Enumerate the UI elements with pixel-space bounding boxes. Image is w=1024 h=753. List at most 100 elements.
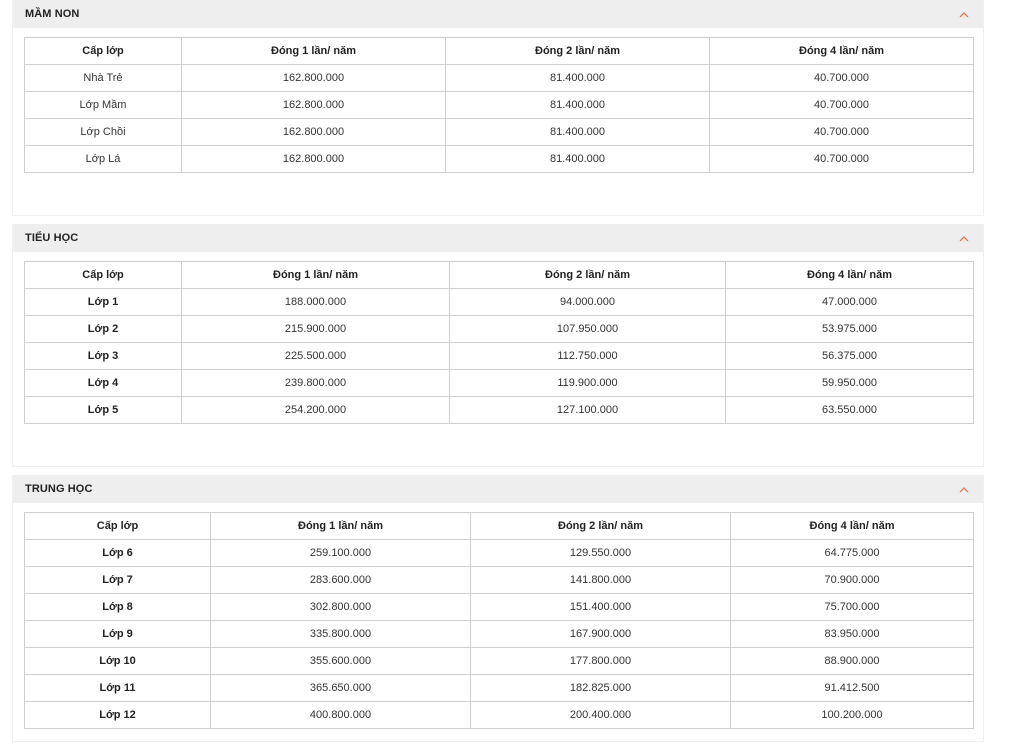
fee-cell: 400.800.000 xyxy=(210,701,471,729)
column-header-grade: Cấp lớp xyxy=(24,37,182,65)
fee-cell: 283.600.000 xyxy=(210,566,471,594)
table-header-row: Cấp lớp Đóng 1 lần/ năm Đóng 2 lần/ năm … xyxy=(24,512,974,540)
table-row: Lớp Mầm 162.800.000 81.400.000 40.700.00… xyxy=(24,91,974,119)
grade-cell: Lớp 1 xyxy=(24,288,182,316)
fee-cell: 162.800.000 xyxy=(181,64,446,92)
table-row: Lớp 8 302.800.000 151.400.000 75.700.000 xyxy=(24,593,974,621)
table-header-row: Cấp lớp Đóng 1 lần/ năm Đóng 2 lần/ năm … xyxy=(24,261,974,289)
table-row: Lớp 9 335.800.000 167.900.000 83.950.000 xyxy=(24,620,974,648)
fee-cell: 162.800.000 xyxy=(181,118,446,146)
fee-cell: 119.900.000 xyxy=(449,369,726,397)
fee-cell: 200.400.000 xyxy=(470,701,731,729)
grade-cell: Lớp 9 xyxy=(24,620,211,648)
grade-cell: Nhà Trẻ xyxy=(24,64,182,92)
table-row: Lớp 7 283.600.000 141.800.000 70.900.000 xyxy=(24,566,974,594)
grade-cell: Lớp 5 xyxy=(24,396,182,424)
table-row: Nhà Trẻ 162.800.000 81.400.000 40.700.00… xyxy=(24,64,974,92)
grade-cell: Lớp 6 xyxy=(24,539,211,567)
fee-cell: 81.400.000 xyxy=(445,118,710,146)
fee-cell: 129.550.000 xyxy=(470,539,731,567)
column-header-grade: Cấp lớp xyxy=(24,512,211,540)
fee-cell: 259.100.000 xyxy=(210,539,471,567)
tuition-table-mam-non: Cấp lớp Đóng 1 lần/ năm Đóng 2 lần/ năm … xyxy=(24,37,974,173)
fee-cell: 47.000.000 xyxy=(725,288,974,316)
fee-cell: 100.200.000 xyxy=(730,701,974,729)
fee-cell: 188.000.000 xyxy=(181,288,450,316)
column-header-pay-twice: Đóng 2 lần/ năm xyxy=(470,512,731,540)
grade-cell: Lớp Chồi xyxy=(24,118,182,146)
section-body: Cấp lớp Đóng 1 lần/ năm Đóng 2 lần/ năm … xyxy=(13,252,983,466)
fee-cell: 91.412.500 xyxy=(730,674,974,702)
fee-cell: 162.800.000 xyxy=(181,145,446,173)
grade-cell: Lớp 7 xyxy=(24,566,211,594)
table-row: Lớp 6 259.100.000 129.550.000 64.775.000 xyxy=(24,539,974,567)
fee-cell: 81.400.000 xyxy=(445,145,710,173)
column-header-pay-four-times: Đóng 4 lần/ năm xyxy=(730,512,974,540)
fee-cell: 355.600.000 xyxy=(210,647,471,675)
section-body: Cấp lớp Đóng 1 lần/ năm Đóng 2 lần/ năm … xyxy=(13,503,983,741)
table-row: Lớp 4 239.800.000 119.900.000 59.950.000 xyxy=(24,369,974,397)
table-row: Lớp Lá 162.800.000 81.400.000 40.700.000 xyxy=(24,145,974,173)
tuition-table-trung-hoc: Cấp lớp Đóng 1 lần/ năm Đóng 2 lần/ năm … xyxy=(24,512,974,729)
column-header-pay-twice: Đóng 2 lần/ năm xyxy=(445,37,710,65)
tuition-table-tieu-hoc: Cấp lớp Đóng 1 lần/ năm Đóng 2 lần/ năm … xyxy=(24,261,974,424)
grade-cell: Lớp 2 xyxy=(24,315,182,343)
fee-cell: 127.100.000 xyxy=(449,396,726,424)
grade-cell: Lớp 3 xyxy=(24,342,182,370)
fee-cell: 167.900.000 xyxy=(470,620,731,648)
column-header-pay-four-times: Đóng 4 lần/ năm xyxy=(725,261,974,289)
grade-cell: Lớp 8 xyxy=(24,593,211,621)
table-row: Lớp 11 365.650.000 182.825.000 91.412.50… xyxy=(24,674,974,702)
fee-cell: 215.900.000 xyxy=(181,315,450,343)
section-header-tieu-hoc[interactable]: TIỂU HỌC xyxy=(13,224,983,252)
fee-cell: 70.900.000 xyxy=(730,566,974,594)
column-header-grade: Cấp lớp xyxy=(24,261,182,289)
table-row: Lớp 10 355.600.000 177.800.000 88.900.00… xyxy=(24,647,974,675)
column-header-pay-four-times: Đóng 4 lần/ năm xyxy=(709,37,974,65)
chevron-up-icon[interactable] xyxy=(957,482,971,496)
fee-cell: 302.800.000 xyxy=(210,593,471,621)
tuition-page: MẦM NON Cấp lớp Đóng 1 lần/ năm Đóng 2 l… xyxy=(0,0,1024,753)
column-header-pay-once: Đóng 1 lần/ năm xyxy=(181,37,446,65)
chevron-up-icon[interactable] xyxy=(957,231,971,245)
fee-cell: 59.950.000 xyxy=(725,369,974,397)
fee-cell: 53.975.000 xyxy=(725,315,974,343)
fee-cell: 40.700.000 xyxy=(709,91,974,119)
fee-cell: 225.500.000 xyxy=(181,342,450,370)
column-header-pay-once: Đóng 1 lần/ năm xyxy=(181,261,450,289)
section-trung-hoc: TRUNG HỌC Cấp lớp Đóng 1 lần/ năm Đóng 2… xyxy=(12,475,984,742)
grade-cell: Lớp 11 xyxy=(24,674,211,702)
table-row: Lớp 3 225.500.000 112.750.000 56.375.000 xyxy=(24,342,974,370)
table-row: Lớp 2 215.900.000 107.950.000 53.975.000 xyxy=(24,315,974,343)
fee-cell: 94.000.000 xyxy=(449,288,726,316)
fee-cell: 182.825.000 xyxy=(470,674,731,702)
grade-cell: Lớp 12 xyxy=(24,701,211,729)
chevron-up-icon[interactable] xyxy=(957,7,971,21)
fee-cell: 177.800.000 xyxy=(470,647,731,675)
table-header-row: Cấp lớp Đóng 1 lần/ năm Đóng 2 lần/ năm … xyxy=(24,37,974,65)
fee-cell: 239.800.000 xyxy=(181,369,450,397)
section-mam-non: MẦM NON Cấp lớp Đóng 1 lần/ năm Đóng 2 l… xyxy=(12,0,984,216)
fee-cell: 162.800.000 xyxy=(181,91,446,119)
section-header-trung-hoc[interactable]: TRUNG HỌC xyxy=(13,475,983,503)
column-header-pay-twice: Đóng 2 lần/ năm xyxy=(449,261,726,289)
fee-cell: 81.400.000 xyxy=(445,64,710,92)
fee-cell: 56.375.000 xyxy=(725,342,974,370)
fee-cell: 75.700.000 xyxy=(730,593,974,621)
fee-cell: 365.650.000 xyxy=(210,674,471,702)
table-row: Lớp 5 254.200.000 127.100.000 63.550.000 xyxy=(24,396,974,424)
fee-cell: 107.950.000 xyxy=(449,315,726,343)
table-row: Lớp 1 188.000.000 94.000.000 47.000.000 xyxy=(24,288,974,316)
grade-cell: Lớp Lá xyxy=(24,145,182,173)
fee-cell: 63.550.000 xyxy=(725,396,974,424)
fee-cell: 64.775.000 xyxy=(730,539,974,567)
section-body: Cấp lớp Đóng 1 lần/ năm Đóng 2 lần/ năm … xyxy=(13,28,983,215)
section-header-mam-non[interactable]: MẦM NON xyxy=(13,0,983,28)
section-title: TRUNG HỌC xyxy=(25,483,93,495)
fee-cell: 88.900.000 xyxy=(730,647,974,675)
table-row: Lớp 12 400.800.000 200.400.000 100.200.0… xyxy=(24,701,974,729)
fee-cell: 81.400.000 xyxy=(445,91,710,119)
fee-cell: 141.800.000 xyxy=(470,566,731,594)
fee-cell: 40.700.000 xyxy=(709,145,974,173)
fee-cell: 254.200.000 xyxy=(181,396,450,424)
